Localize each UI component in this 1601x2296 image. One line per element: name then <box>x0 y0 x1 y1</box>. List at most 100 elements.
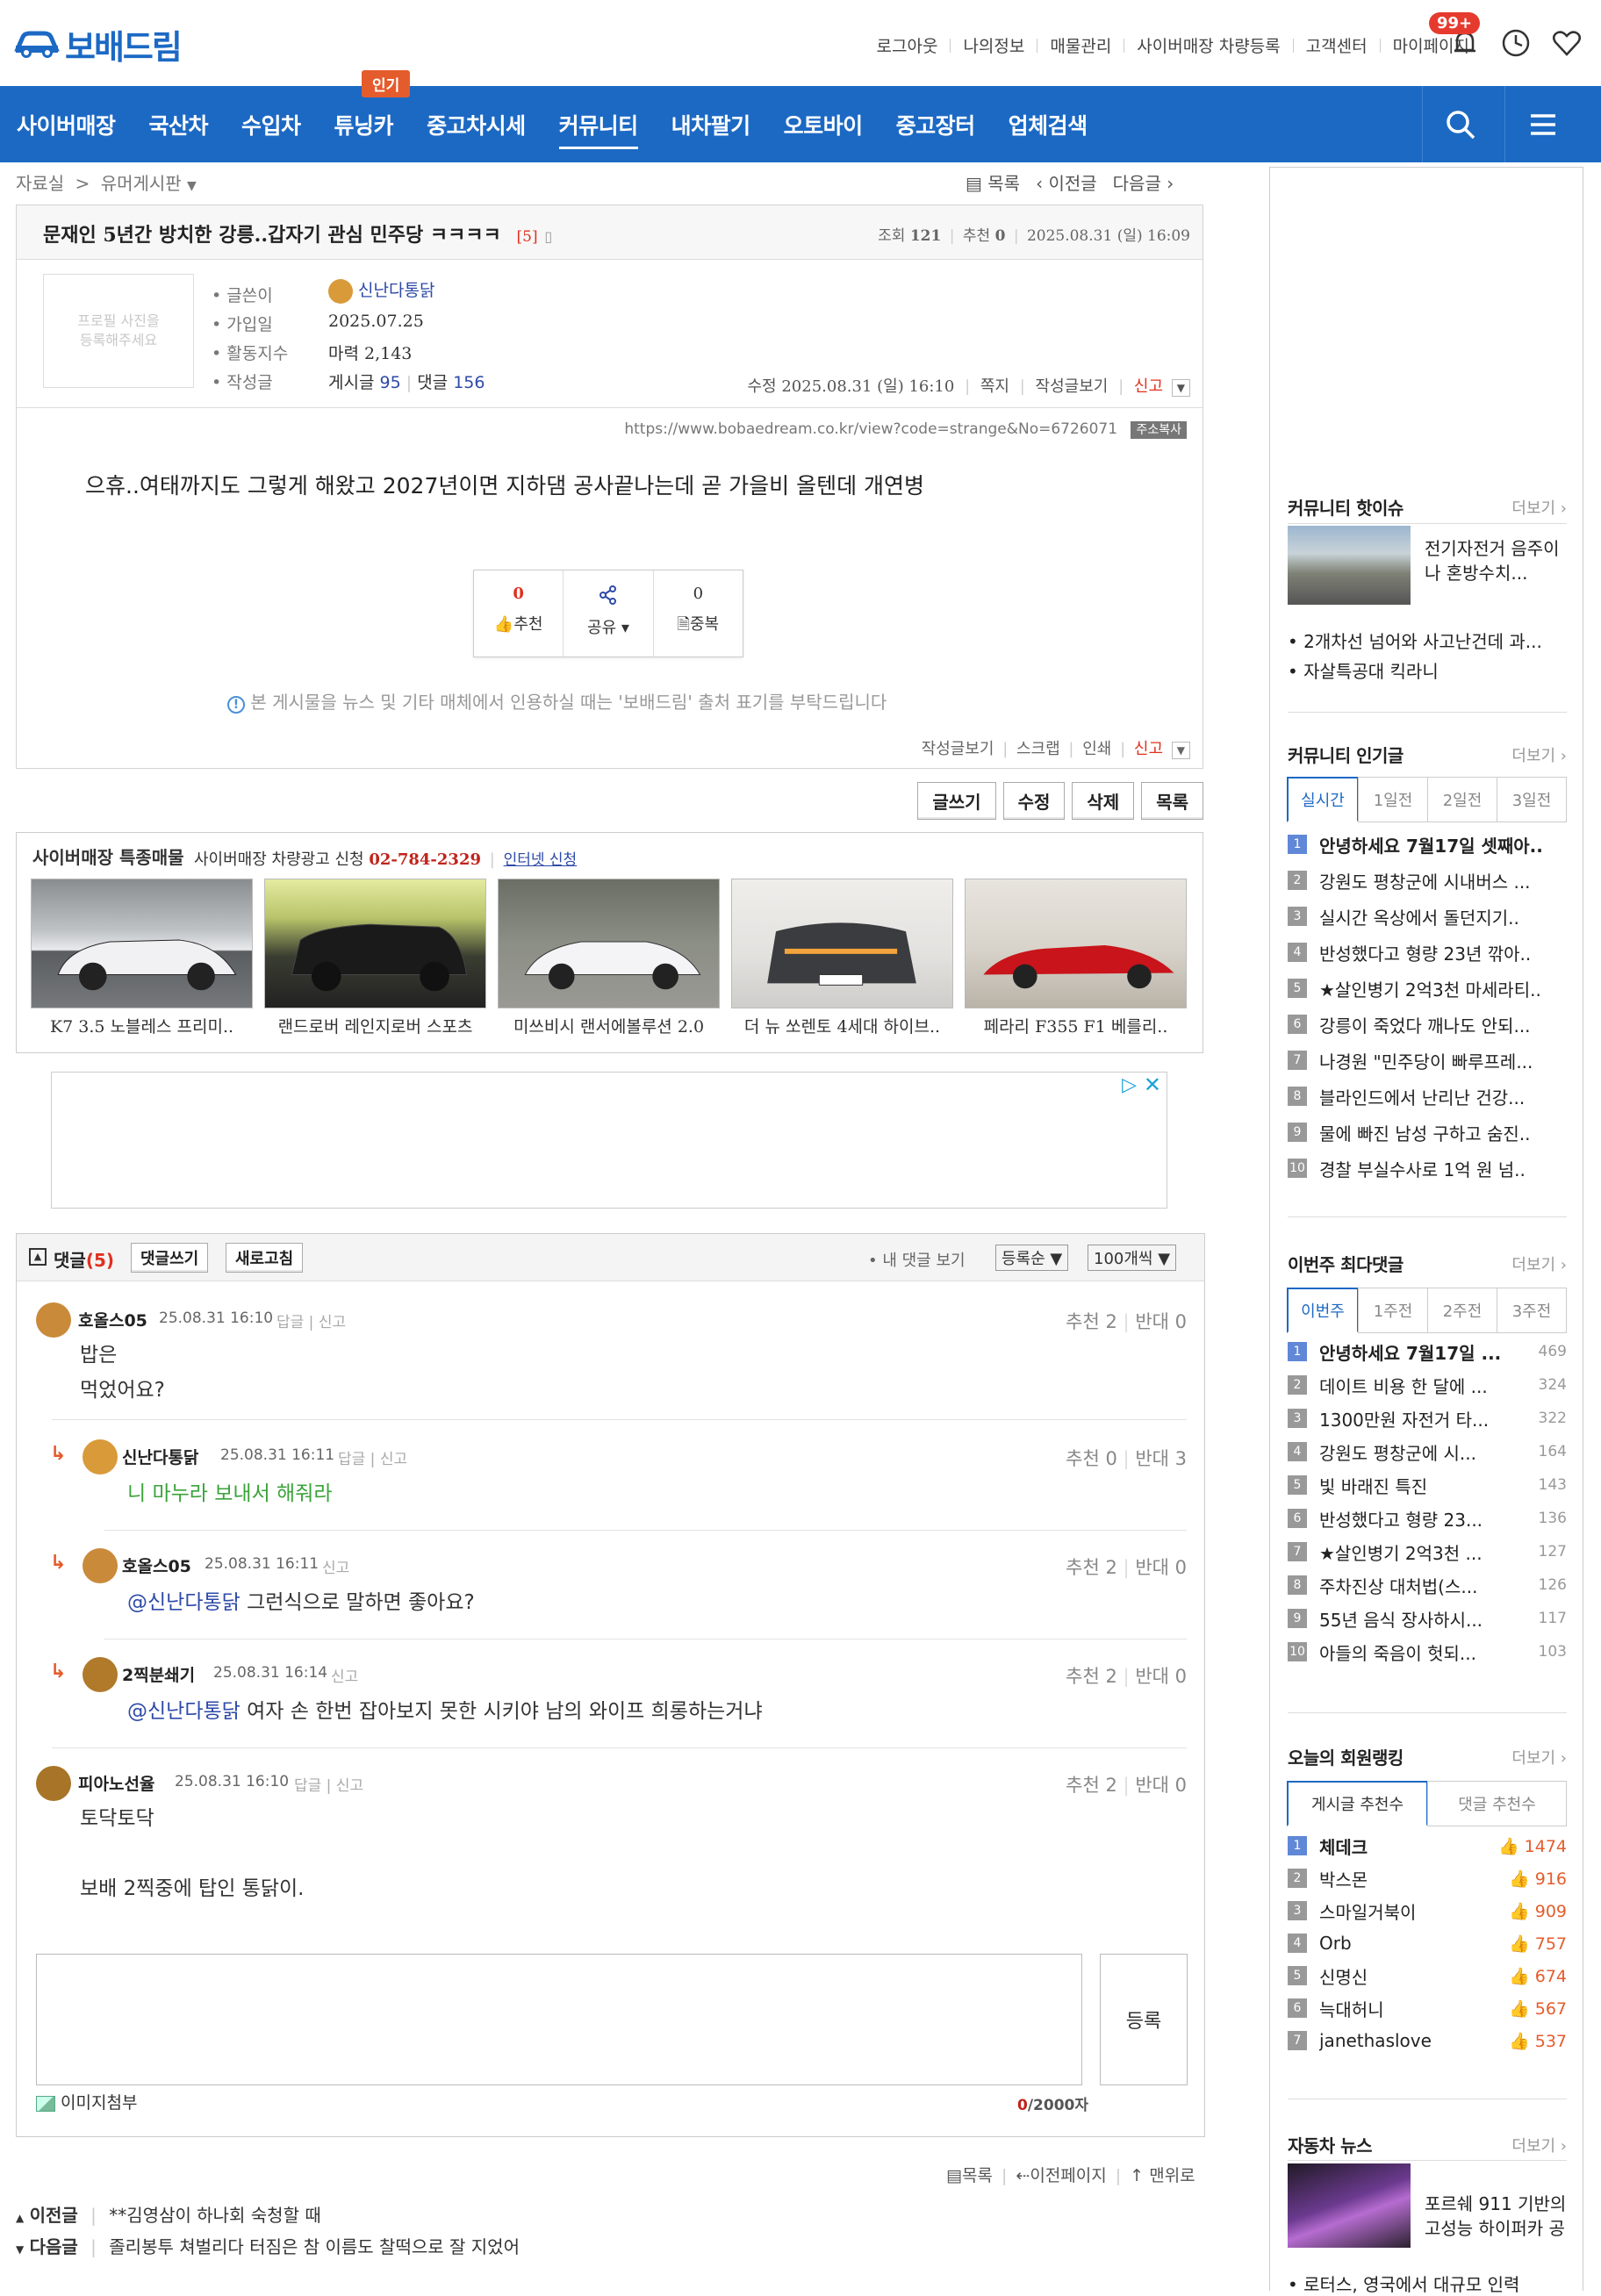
member-item[interactable]: 3 스마일거북이 👍 909 <box>1288 1894 1567 1927</box>
comment-author[interactable]: 2찍분쇄기 <box>122 1662 195 1686</box>
weekly-item[interactable]: 4 강원도 평창군에 시... 164 <box>1288 1435 1567 1468</box>
post-comment-count[interactable]: [5] <box>517 228 538 246</box>
nav-market[interactable]: 중고장터 <box>879 109 992 140</box>
prev-post-row[interactable]: ▲ 이전글 | **김영삼이 하나회 숙청할 때 <box>16 2201 321 2227</box>
popular-item[interactable]: 8 블라인드에서 난리난 건강... <box>1288 1080 1567 1113</box>
weekly-item[interactable]: 2 데이트 비용 한 달에 ... 324 <box>1288 1368 1567 1402</box>
hot-issue-item[interactable]: • 자살특공대 킥라니 <box>1288 657 1439 683</box>
write-button[interactable]: 글쓰기 <box>917 782 996 820</box>
nav-sell-car[interactable]: 내차팔기 <box>655 109 767 140</box>
logout-link[interactable]: 로그아웃 <box>877 33 938 57</box>
cyber-register-link[interactable]: 사이버매장 차량등록 <box>1137 33 1280 57</box>
tab-1week[interactable]: 1주전 <box>1358 1288 1428 1333</box>
comment-down[interactable]: 반대 0 <box>1135 1775 1187 1796</box>
nav-motorcycle[interactable]: 오토바이 <box>767 109 879 140</box>
comment-down[interactable]: 반대 0 <box>1135 1557 1187 1578</box>
report-link[interactable]: 신고 <box>1134 377 1163 396</box>
popular-item[interactable]: 3 실시간 옥상에서 돌던지기.. <box>1288 900 1567 933</box>
prev-page-link[interactable]: ⇠이전페이지 <box>1016 2166 1106 2185</box>
car-listing[interactable]: 페라리 F355 F1 베를리.. <box>965 879 1187 1037</box>
nav-tuning[interactable]: 튜닝카 <box>318 109 411 140</box>
writer-name[interactable]: 신난다통닭 <box>328 277 434 304</box>
tab-comment-recommend[interactable]: 댓글 추천수 <box>1427 1781 1567 1826</box>
tab-post-recommend[interactable]: 게시글 추천수 <box>1287 1781 1428 1826</box>
weekly-item[interactable]: 8 주차진상 대처법(스... 126 <box>1288 1568 1567 1602</box>
next-post-link[interactable]: 다음글 › <box>1113 169 1174 195</box>
more-dropdown-icon[interactable]: ▼ <box>1171 379 1190 397</box>
refresh-button[interactable]: 새로고침 <box>226 1243 304 1273</box>
comment-up[interactable]: 추천 2 <box>1066 1666 1117 1687</box>
member-item[interactable]: 7 janethaslove 👍 537 <box>1288 2024 1567 2057</box>
comment-up[interactable]: 추천 2 <box>1066 1557 1117 1578</box>
popular-item[interactable]: 4 반성했다고 형량 23년 깎아.. <box>1288 936 1567 969</box>
tab-1day[interactable]: 1일전 <box>1358 777 1428 822</box>
report-link-2[interactable]: 신고 <box>1134 740 1163 758</box>
comment-actions[interactable]: 답글 | 신고 <box>338 1446 407 1468</box>
prev-post-link[interactable]: ‹ 이전글 <box>1036 169 1097 195</box>
duplicate-button[interactable]: 0 🗎중복 <box>654 570 743 657</box>
scrap-link[interactable]: 스크랩 <box>1016 740 1060 758</box>
comment-input[interactable] <box>36 1954 1082 2085</box>
customer-center-link[interactable]: 고객센터 <box>1306 33 1368 57</box>
news-thumbnail[interactable] <box>1288 2163 1411 2248</box>
comment-author[interactable]: 호올스05 <box>78 1308 147 1331</box>
more-link[interactable]: 더보기 › <box>1511 496 1567 519</box>
comment-actions[interactable]: 신고 <box>331 1664 358 1686</box>
popular-item[interactable]: 7 나경원 "민주당이 빠루프레... <box>1288 1044 1567 1077</box>
comment-actions[interactable]: 답글 | 신고 <box>276 1309 346 1331</box>
bottom-list-link[interactable]: ▤목록 <box>946 2166 993 2185</box>
copy-url-button[interactable]: 주소복사 <box>1131 421 1187 439</box>
popular-item[interactable]: 1 안녕하세요 7월17일 셋째아.. <box>1288 828 1567 861</box>
search-button[interactable] <box>1422 86 1497 162</box>
nav-import[interactable]: 수입차 <box>225 109 318 140</box>
member-item[interactable]: 4 Orb 👍 757 <box>1288 1926 1567 1960</box>
prev-post-title[interactable]: **김영삼이 하나회 숙청할 때 <box>109 2205 320 2226</box>
tab-this-week[interactable]: 이번주 <box>1287 1288 1359 1333</box>
comment-up[interactable]: 추천 0 <box>1066 1448 1117 1469</box>
nav-cyber[interactable]: 사이버매장 <box>0 109 133 140</box>
car-listing[interactable]: 더 뉴 쏘렌토 4세대 하이브.. <box>731 879 953 1037</box>
to-top-link[interactable]: ↑ 맨위로 <box>1130 2166 1195 2185</box>
favorites-button[interactable] <box>1550 26 1583 60</box>
comment-author[interactable]: 신난다통닭 <box>122 1445 198 1468</box>
tab-2week[interactable]: 2주전 <box>1427 1288 1497 1333</box>
popular-item[interactable]: 5 ★살인병기 2억3천 마세라티.. <box>1288 972 1567 1005</box>
view-posts-link-2[interactable]: 작성글보기 <box>922 740 994 758</box>
history-button[interactable] <box>1499 26 1533 60</box>
adchoices-icon[interactable]: ▷ <box>1122 1074 1137 1096</box>
comment-down[interactable]: 반대 0 <box>1135 1666 1187 1687</box>
per-page-select[interactable]: 100개씩 ▼ <box>1088 1245 1177 1271</box>
member-item[interactable]: 6 늑대허니 👍 567 <box>1288 1991 1567 2025</box>
breadcrumb-humor[interactable]: 유머게시판 <box>101 173 182 194</box>
message-link[interactable]: 쪽지 <box>980 377 1009 396</box>
image-attach-button[interactable]: 이미지첨부 <box>36 2090 137 2113</box>
comment-author[interactable]: 피아노선율 <box>78 1771 154 1795</box>
collapse-icon[interactable]: ▲ <box>29 1248 47 1266</box>
more-dropdown-icon-2[interactable]: ▼ <box>1171 742 1190 759</box>
weekly-item[interactable]: 1 안녕하세요 7월17일 ... 469 <box>1288 1335 1567 1368</box>
my-info-link[interactable]: 나의정보 <box>963 33 1024 57</box>
comment-up[interactable]: 추천 2 <box>1066 1311 1117 1332</box>
sort-select[interactable]: 등록순 ▼ <box>995 1245 1069 1271</box>
breadcrumb-board[interactable]: 자료실 <box>16 173 64 194</box>
popular-item[interactable]: 9 물에 빠진 남성 구하고 숨진.. <box>1288 1116 1567 1149</box>
view-posts-link[interactable]: 작성글보기 <box>1036 377 1109 396</box>
comment-down[interactable]: 반대 0 <box>1135 1311 1187 1332</box>
weekly-item[interactable]: 10 아들의 죽음이 헛되... 103 <box>1288 1635 1567 1668</box>
recommend-button[interactable]: 0 👍추천 <box>474 570 564 657</box>
mention-link[interactable]: @신난다통닭 <box>127 1700 241 1723</box>
news-item[interactable]: • 로터스, 영국에서 대규모 인력 <box>1288 2271 1519 2296</box>
member-item[interactable]: 5 신명신 👍 674 <box>1288 1959 1567 1992</box>
car-listing[interactable]: K7 3.5 노블레스 프리미.. <box>31 879 253 1037</box>
post-count[interactable]: 95 <box>380 373 401 392</box>
member-item[interactable]: 2 박스몬 👍 916 <box>1288 1862 1567 1895</box>
tab-3day[interactable]: 3일전 <box>1497 777 1567 822</box>
comment-author[interactable]: 호올스05 <box>122 1553 191 1577</box>
my-comments-link[interactable]: • 내 댓글 보기 <box>868 1248 966 1271</box>
hot-issue-item[interactable]: • 2개차선 넘어와 사고난건데 과... <box>1288 628 1567 653</box>
menu-button[interactable] <box>1504 86 1580 162</box>
comment-down[interactable]: 반대 3 <box>1135 1448 1187 1469</box>
tab-3week[interactable]: 3주전 <box>1497 1288 1567 1333</box>
comment-submit-button[interactable]: 등록 <box>1100 1954 1188 2085</box>
comment-total[interactable]: 156 <box>453 373 485 392</box>
